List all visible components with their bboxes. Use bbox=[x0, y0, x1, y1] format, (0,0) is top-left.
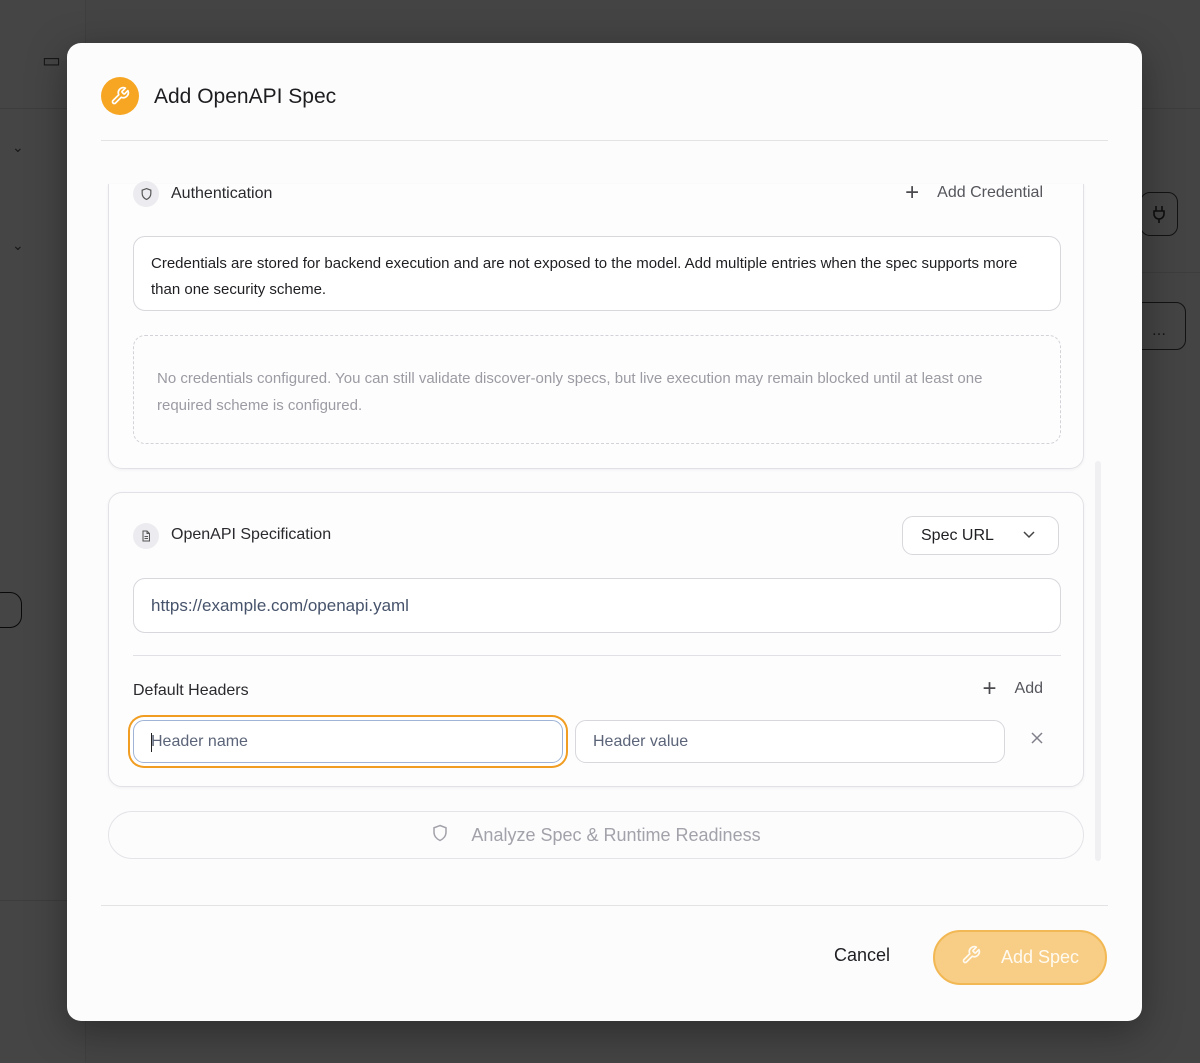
plus-icon: + bbox=[905, 179, 920, 206]
default-headers-label: Default Headers bbox=[133, 682, 249, 699]
shield-icon bbox=[431, 823, 449, 848]
dialog-title: Add OpenAPI Spec bbox=[154, 85, 337, 108]
add-spec-button[interactable]: Add Spec bbox=[933, 930, 1107, 985]
add-spec-label: Add Spec bbox=[1000, 947, 1080, 967]
authentication-title: Authentication bbox=[171, 185, 273, 202]
cancel-button[interactable]: Cancel bbox=[834, 945, 890, 966]
scrollbar[interactable] bbox=[1095, 461, 1101, 861]
dialog-header: Add OpenAPI Spec bbox=[101, 43, 1108, 141]
credentials-info: Credentials are stored for backend execu… bbox=[133, 236, 1061, 311]
header-name-placeholder: Header name bbox=[151, 732, 248, 750]
wrench-icon bbox=[101, 77, 139, 115]
section-divider bbox=[133, 655, 1061, 656]
header-value-placeholder: Header value bbox=[593, 732, 689, 750]
credentials-empty-state: No credentials configured. You can still… bbox=[133, 335, 1061, 444]
analyze-spec-button[interactable]: Analyze Spec & Runtime Readiness bbox=[108, 811, 1084, 859]
file-icon bbox=[133, 523, 159, 549]
authentication-section: Authentication + Add Credential Credenti… bbox=[108, 181, 1084, 469]
header-name-input[interactable]: Header name bbox=[133, 720, 563, 763]
shield-icon bbox=[133, 181, 159, 207]
text-caret bbox=[151, 733, 152, 752]
add-header-button[interactable]: + Add bbox=[983, 677, 1043, 701]
footer-divider bbox=[101, 905, 1108, 906]
plus-icon: + bbox=[982, 675, 997, 702]
add-openapi-spec-dialog: Add OpenAPI Spec Authentication + Add Cr… bbox=[67, 43, 1142, 1021]
spec-url-input[interactable]: https://example.com/openapi.yaml bbox=[133, 578, 1061, 633]
add-credential-button[interactable]: + Add Credential bbox=[905, 181, 1043, 205]
spec-source-value: Spec URL bbox=[921, 526, 994, 544]
chevron-down-icon bbox=[1022, 527, 1036, 546]
add-credential-label: Add Credential bbox=[937, 184, 1043, 201]
header-value-input[interactable]: Header value bbox=[575, 720, 1005, 763]
openapi-specification-title: OpenAPI Specification bbox=[171, 526, 332, 543]
spec-source-select[interactable]: Spec URL bbox=[902, 516, 1059, 555]
wrench-icon bbox=[961, 945, 981, 970]
remove-header-icon[interactable] bbox=[1029, 729, 1045, 751]
openapi-specification-section: OpenAPI Specification Spec URL https://e… bbox=[108, 492, 1084, 787]
add-header-label: Add bbox=[1014, 680, 1043, 697]
analyze-spec-label: Analyze Spec & Runtime Readiness bbox=[471, 824, 761, 845]
